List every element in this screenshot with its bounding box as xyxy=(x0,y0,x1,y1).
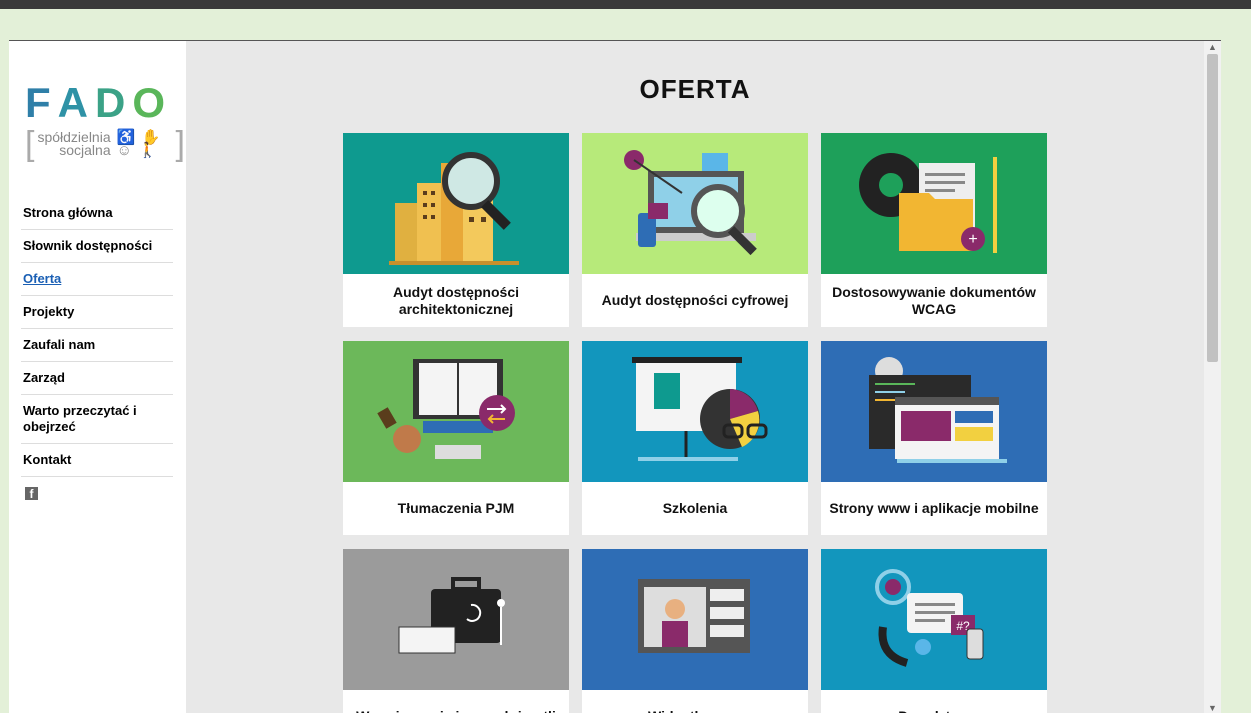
code-browser-icon xyxy=(821,341,1047,482)
scroll-down-arrow[interactable]: ▼ xyxy=(1204,702,1221,713)
logo-letter: O xyxy=(132,79,168,126)
logo-letter: F xyxy=(25,79,53,126)
folder-gear-icon: + xyxy=(821,133,1047,274)
facebook-icon[interactable]: f xyxy=(25,487,38,501)
nav-item-oferta[interactable]: Oferta xyxy=(21,263,173,296)
card-doradztwo[interactable]: #? Doradztwo xyxy=(821,549,1047,713)
briefcase-hearing-icon xyxy=(343,549,569,690)
logo-sub-line2: socjalna xyxy=(59,142,111,158)
scroll-up-arrow[interactable]: ▲ xyxy=(1204,41,1221,53)
card-label: Szkolenia xyxy=(662,500,728,516)
card-label: Dostosowywanie dokumentów WCAG xyxy=(832,283,1036,317)
card-strony-www[interactable]: Strony www i aplikacje mobilne xyxy=(821,341,1047,535)
building-magnifier-icon xyxy=(343,133,569,274)
logo-letter: A xyxy=(57,79,90,126)
laptop-magnifier-icon xyxy=(582,133,808,274)
scrollbar-thumb[interactable] xyxy=(1207,54,1218,362)
card-label: Strony www i aplikacje mobilne xyxy=(829,500,1039,516)
nav-item-zaufali-nam[interactable]: Zaufali nam xyxy=(21,329,173,362)
fado-logo[interactable]: F A D O [ spółdzielnia socjalna ♿ ✋ ☺ 🚶 … xyxy=(25,81,185,163)
main-nav: Strona główna Słownik dostępności Oferta… xyxy=(21,197,173,477)
card-szkolenia[interactable]: Szkolenia xyxy=(582,341,808,535)
logo-letter: D xyxy=(95,79,128,126)
card-audyt-cyfrowy[interactable]: Audyt dostępności cyfrowej xyxy=(582,133,808,327)
card-dokumenty-wcag[interactable]: + Dostosowywanie dokumentów WCAG xyxy=(821,133,1047,327)
main-content: OFERTA Audyt dostępności architektoniczn… xyxy=(186,41,1204,713)
card-wideotlumacz[interactable]: Wideotłumacz xyxy=(582,549,808,713)
chat-phone-icon: #? xyxy=(821,549,1047,690)
card-audyt-architektoniczny[interactable]: Audyt dostępności architektonicznej xyxy=(343,133,569,327)
card-label: Audyt dostępności architektonicznej xyxy=(392,283,519,317)
logo-wordmark: F A D O xyxy=(25,81,185,125)
nav-item-warto-przeczytac[interactable]: Warto przeczytać i obejrzeć xyxy=(21,395,173,444)
book-computer-icon xyxy=(343,341,569,482)
card-label: Wypożyczenie i sprzedaż pętli xyxy=(343,690,569,713)
logo-subtitle: [ spółdzielnia socjalna ♿ ✋ ☺ 🚶 ] xyxy=(25,125,185,163)
nav-item-strona-glowna[interactable]: Strona główna xyxy=(21,197,173,230)
card-tlumaczenia-pjm[interactable]: Tłumaczenia PJM xyxy=(343,341,569,535)
svg-text:+: + xyxy=(968,231,977,248)
nav-item-projekty[interactable]: Projekty xyxy=(21,296,173,329)
page-title: OFERTA xyxy=(639,74,751,104)
accessibility-icons: ♿ ✋ ☺ 🚶 xyxy=(116,129,162,159)
video-interpreter-icon xyxy=(582,549,808,690)
browser-top-bar xyxy=(0,0,1251,9)
nav-item-zarzad[interactable]: Zarząd xyxy=(21,362,173,395)
vertical-scrollbar[interactable]: ▲ ▼ xyxy=(1204,41,1221,713)
card-wypozyczenie-petli[interactable]: Wypożyczenie i sprzedaż pętli xyxy=(343,549,569,713)
card-label: Doradztwo xyxy=(821,690,1047,713)
nav-item-kontakt[interactable]: Kontakt xyxy=(21,444,173,477)
presentation-board-icon xyxy=(582,341,808,482)
nav-item-slownik[interactable]: Słownik dostępności xyxy=(21,230,173,263)
sidebar: F A D O [ spółdzielnia socjalna ♿ ✋ ☺ 🚶 … xyxy=(9,41,186,713)
browser-window: F A D O [ spółdzielnia socjalna ♿ ✋ ☺ 🚶 … xyxy=(9,40,1221,713)
card-label: Tłumaczenia PJM xyxy=(397,500,515,516)
card-label: Wideotłumacz xyxy=(582,690,808,713)
card-label: Audyt dostępności cyfrowej xyxy=(601,292,789,308)
